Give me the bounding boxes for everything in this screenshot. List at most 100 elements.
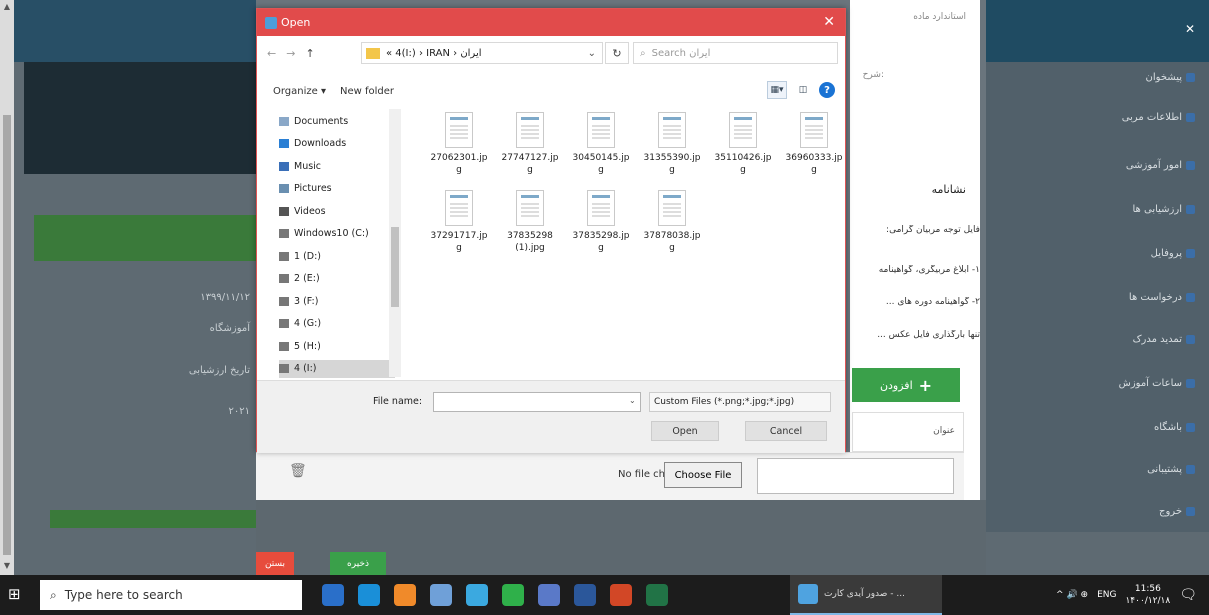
file-name: 30450145.jp (572, 153, 630, 163)
up-icon[interactable]: ↑ (305, 47, 314, 60)
back-icon[interactable]: ← (267, 47, 276, 60)
help-icon[interactable]: ? (819, 82, 835, 98)
nav-item[interactable]: Pictures (279, 180, 395, 198)
chrome-app-icon (265, 16, 277, 29)
sidebar-item-label: تمدید مدرک (1132, 334, 1182, 345)
photos-icon[interactable] (466, 584, 488, 606)
scroll-up-icon[interactable]: ▲ (0, 2, 14, 14)
sidebar-item[interactable]: ساعات آموزش (1119, 378, 1195, 389)
firefox-icon[interactable] (394, 584, 416, 606)
cancel-button[interactable]: Cancel (745, 421, 827, 441)
close-icon[interactable]: ✕ (1185, 22, 1195, 36)
sidebar-item[interactable]: درخواست ها (1129, 292, 1195, 303)
navigation-pane: Documents Downloads Music Pictures Videos Win… (271, 106, 403, 380)
chevron-down-icon[interactable]: ⌄ (588, 48, 596, 59)
address-bar[interactable]: « 4(I:) › IRAN › ایران ⌄ (361, 42, 603, 64)
menu-icon (1186, 249, 1195, 258)
app-icon[interactable] (430, 584, 452, 606)
open-button[interactable]: Open (651, 421, 719, 441)
nav-item-label: 2 (E:) (294, 273, 320, 284)
close-button[interactable]: بستن (256, 552, 294, 575)
file-item[interactable]: 27747127.jp g (498, 112, 562, 176)
refresh-icon[interactable]: ↻ (605, 42, 629, 64)
organize-button[interactable]: Organize ▾ (273, 86, 326, 97)
nav-item[interactable]: 1 (D:) (279, 247, 395, 265)
sidebar-item[interactable]: امور آموزشی (1126, 160, 1195, 171)
windows-start-icon[interactable]: ⊞ (8, 585, 26, 603)
file-item[interactable]: 30450145.jp g (569, 112, 633, 176)
whatsapp-icon[interactable] (502, 584, 524, 606)
save-button[interactable]: ذخیره (330, 552, 386, 575)
file-item[interactable]: 37291717.jp g (427, 190, 491, 254)
file-name-input[interactable] (433, 392, 641, 412)
nav-item[interactable]: 5 (H:) (279, 337, 395, 355)
nav-item[interactable]: Windows10 (C:) (279, 225, 395, 243)
drive-icon (279, 229, 289, 238)
edge-icon[interactable] (358, 584, 380, 606)
bg-text: ۲۰۲۱ (228, 406, 250, 417)
file-name-cont: g (456, 165, 462, 175)
nav-scrollbar[interactable] (389, 109, 401, 377)
excel-icon[interactable] (646, 584, 668, 606)
preview-pane-icon[interactable]: ◫ (793, 81, 813, 99)
new-folder-button[interactable]: New folder (340, 86, 394, 97)
address-row: ← → ↑ « 4(I:) › IRAN › ایران ⌄ ↻ ⌕ Searc… (257, 36, 845, 70)
chevron-down-icon[interactable]: ⌄ (629, 396, 636, 405)
file-item[interactable]: 35110426.jp g (711, 112, 775, 176)
scroll-down-icon[interactable]: ▼ (0, 561, 14, 573)
scrollbar-thumb[interactable] (3, 115, 11, 555)
sidebar-item[interactable]: پشتیبانی (1147, 464, 1195, 475)
file-name: 27747127.jp (501, 153, 559, 163)
file-list: 27062301.jp g 27747127.jp g 30450145.jp g 3135… (427, 106, 842, 380)
nav-item[interactable]: 3 (F:) (279, 292, 395, 310)
nav-item[interactable]: 4 (G:) (279, 315, 395, 333)
taskbar-search[interactable]: ⌕ Type here to search (40, 580, 302, 610)
search-input[interactable]: ⌕ Search ایران (633, 42, 838, 64)
file-item[interactable]: 37835298 (1).jpg (498, 190, 562, 254)
language-indicator[interactable]: ENG (1097, 590, 1116, 600)
nav-item[interactable]: Videos (279, 202, 395, 220)
tray-icons[interactable]: ^ 🔊 ⊕ (1056, 590, 1088, 600)
menu-icon (1186, 507, 1195, 516)
nav-item[interactable]: Music (279, 157, 395, 175)
file-type-filter[interactable]: Custom Files (*.png;*.jpg;*.jpg) (649, 392, 831, 412)
nav-item[interactable]: Documents (279, 112, 395, 130)
sidebar-item[interactable]: باشگاه (1154, 422, 1195, 433)
viber-icon[interactable] (538, 584, 560, 606)
taskbar-active-window[interactable]: صدور آیدی کارت - ... (790, 575, 942, 615)
word-icon[interactable] (574, 584, 596, 606)
sidebar-item[interactable]: پیشخوان (1146, 72, 1195, 83)
close-icon[interactable]: ✕ (823, 14, 835, 30)
nav-item[interactable]: Downloads (279, 135, 395, 153)
clock[interactable]: 11:56 ۱۴۰۰/۱۲/۱۸ (1125, 583, 1170, 607)
sidebar-item[interactable]: تمدید مدرک (1133, 334, 1195, 345)
page-scrollbar[interactable]: ▲ ▼ (0, 0, 14, 575)
nav-item[interactable]: 2 (E:) (279, 270, 395, 288)
powerpoint-icon[interactable] (610, 584, 632, 606)
choose-file-button[interactable]: Choose File (664, 462, 742, 488)
scrollbar-thumb[interactable] (391, 227, 399, 307)
dialog-footer: File name: ⌄ Custom Files (*.png;*.jpg;*… (257, 380, 845, 453)
sidebar-item[interactable]: ارزشیابی ها (1133, 204, 1195, 215)
file-text-input[interactable] (757, 458, 954, 494)
file-item[interactable]: 27062301.jp g (427, 112, 491, 176)
forward-icon[interactable]: → (286, 47, 295, 60)
sidebar-item[interactable]: خروج (1159, 506, 1195, 517)
sidebar-item[interactable]: پروفایل (1151, 248, 1195, 259)
file-item[interactable]: 31355390.jp g (640, 112, 704, 176)
telegram-icon[interactable] (322, 584, 344, 606)
notification-icon[interactable]: 🗨 (1179, 587, 1197, 603)
dialog-title-bar[interactable]: Open ✕ (257, 9, 845, 36)
menu-icon (1186, 379, 1195, 388)
add-button[interactable]: افزودن + (852, 368, 960, 402)
file-item[interactable]: 37835298.jp g (569, 190, 633, 254)
title-field[interactable]: عنوان (852, 412, 964, 452)
nav-item-label: Downloads (294, 138, 347, 149)
trash-icon[interactable]: 🗑 (289, 463, 307, 479)
view-mode-icon[interactable]: ▦▾ (767, 81, 787, 99)
file-item[interactable]: 37878038.jp g (640, 190, 704, 254)
image-file-icon (445, 112, 473, 148)
sidebar-item[interactable]: اطلاعات مربی (1122, 112, 1195, 123)
file-item[interactable]: 36960333.jp g (782, 112, 846, 176)
nav-item[interactable]: 4 (I:) (279, 359, 395, 378)
